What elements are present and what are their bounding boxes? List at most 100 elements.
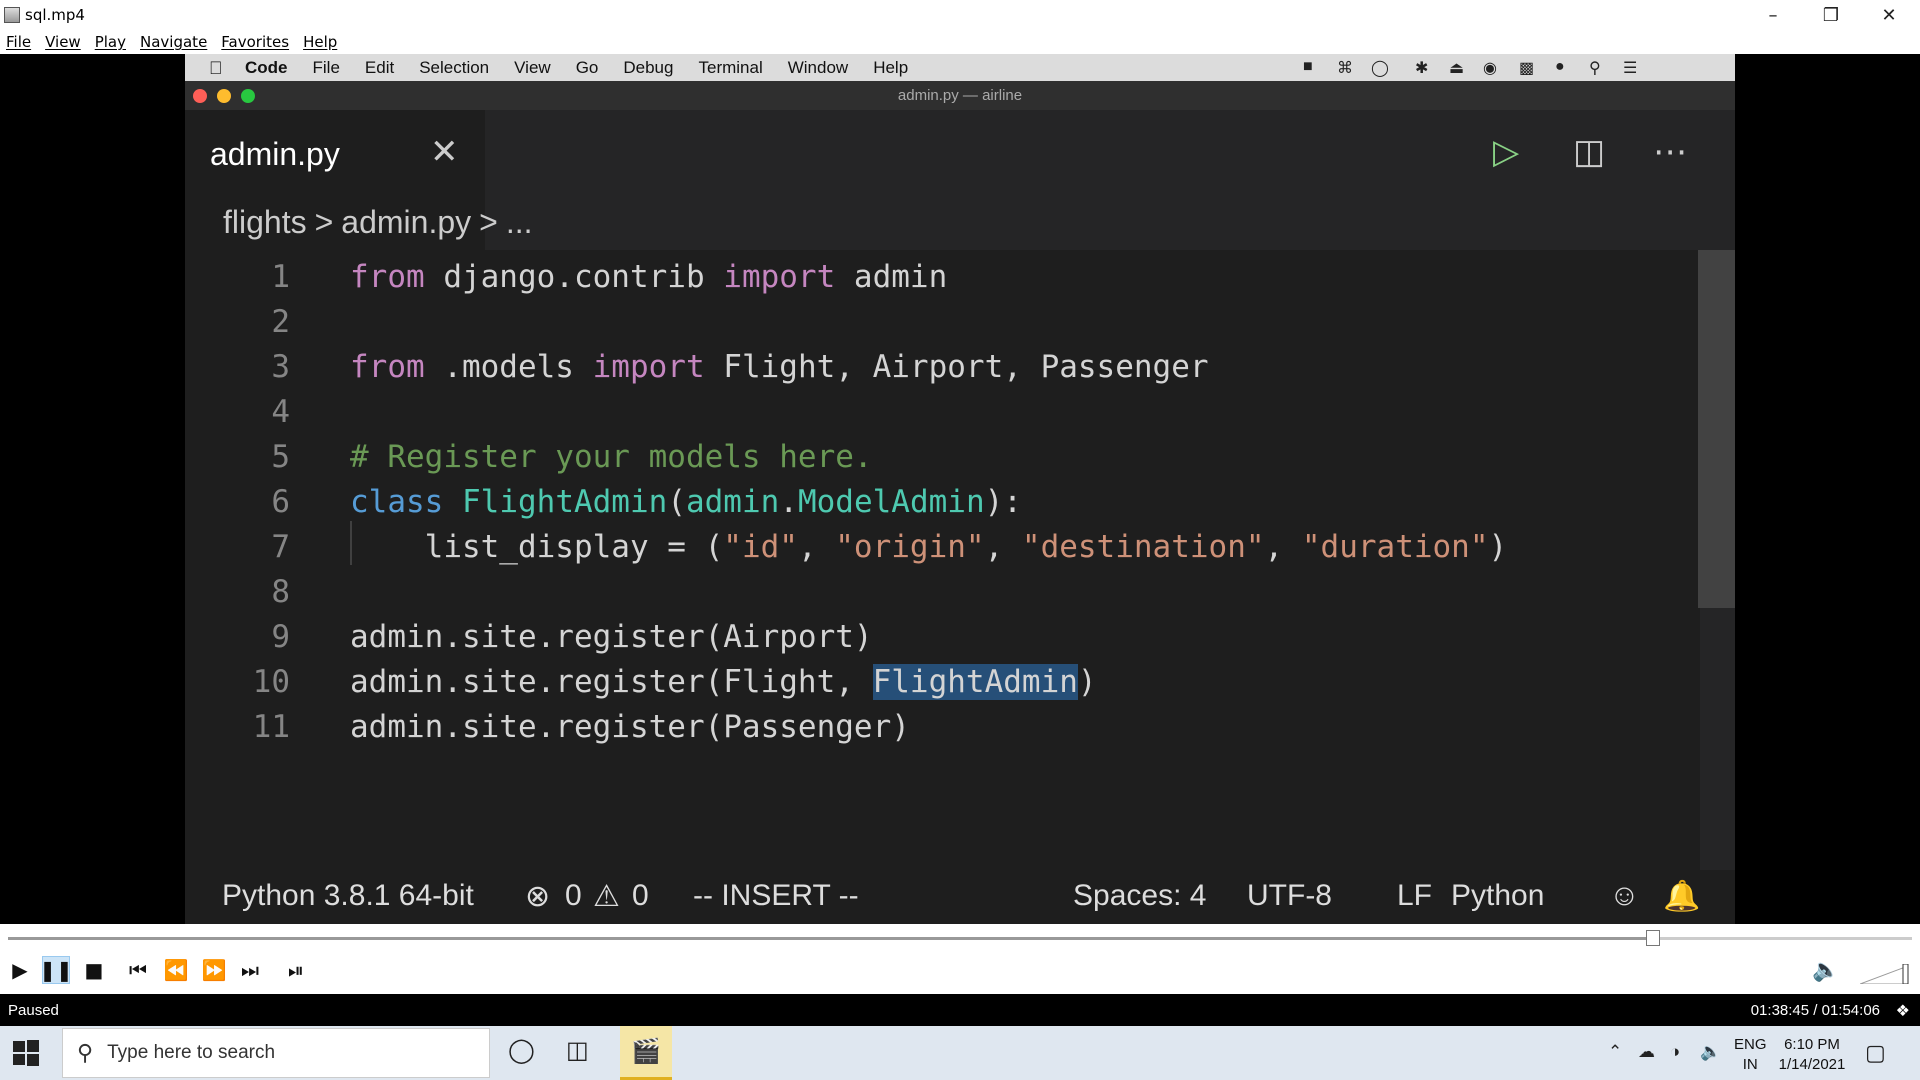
video-frame[interactable]:  Code File Edit Selection View Go Debug… xyxy=(185,54,1735,924)
line-number: 7 xyxy=(271,529,290,565)
warning-icon: ⚠ xyxy=(593,880,620,913)
editor-scrollbar-thumb xyxy=(1698,250,1735,608)
volume-knob xyxy=(1902,964,1909,984)
skip-back-icon[interactable]: ⏮ xyxy=(124,956,152,984)
code-token: import xyxy=(592,349,705,385)
mac-menu-terminal: Terminal xyxy=(698,57,763,77)
status-eol: LF xyxy=(1397,879,1433,912)
code-string: "id" xyxy=(723,529,798,565)
fast-forward-icon[interactable]: ⏩ xyxy=(200,956,228,984)
notification-icon[interactable]: ▢ xyxy=(1865,1040,1886,1066)
breadcrumb-separator: > xyxy=(314,204,334,240)
mac-menu-view: View xyxy=(514,57,551,77)
player-controls: ▶ ❚❚ ■ ⏮ ⏪ ⏩ ⏭ ⏯ 🔈 xyxy=(0,924,1920,994)
code-token: , xyxy=(984,529,1022,565)
volume-track xyxy=(1860,965,1909,984)
skip-forward-icon[interactable]: ⏭ xyxy=(236,956,264,984)
taskbar-search[interactable]: ⚲ Type here to search xyxy=(62,1028,490,1078)
code-token: , xyxy=(797,529,836,565)
minimize-button[interactable]: – xyxy=(1744,0,1802,30)
code-token: admin xyxy=(685,484,780,520)
speaker-icon[interactable]: 🔈 xyxy=(1700,1042,1721,1062)
line-number: 3 xyxy=(271,349,290,385)
status-spaces: Spaces: 4 xyxy=(1073,879,1207,912)
mac-menu-code: Code xyxy=(245,57,288,77)
cortana-icon[interactable]: ◯ xyxy=(508,1036,535,1065)
region-code: IN xyxy=(1742,1056,1758,1073)
windows-start-icon[interactable] xyxy=(12,1039,40,1067)
volume-icon[interactable]: 🔈 xyxy=(1812,958,1839,983)
line-number: 10 xyxy=(252,664,290,700)
breadcrumb: flights > admin.py > ... xyxy=(223,204,532,241)
code-token: ModelAdmin xyxy=(797,484,985,520)
wifi-icon: ◉ xyxy=(1483,60,1497,77)
frame-step-icon[interactable]: ⏯ xyxy=(282,956,310,984)
player-title-bar: sql.mp4 – ❐ ✕ xyxy=(0,0,1920,30)
mac-zoom-light xyxy=(241,89,255,103)
vscode-window-title: admin.py — airline xyxy=(185,81,1735,110)
spotlight-icon: ⚲ xyxy=(1589,60,1601,77)
network-icon[interactable]: ◑ xyxy=(1670,1042,1680,1062)
split-editor-icon: ◫ xyxy=(1573,132,1606,172)
mac-menu-selection: Selection xyxy=(419,57,490,77)
volume-slider[interactable] xyxy=(1860,964,1910,984)
clock-date: 1/14/2021 xyxy=(1778,1056,1846,1073)
menu-navigate[interactable]: Navigate xyxy=(140,33,207,51)
language-indicator[interactable]: ENG IN xyxy=(1734,1035,1767,1075)
user-icon: ● xyxy=(1555,58,1565,75)
code-token: list_display = ( xyxy=(350,529,724,565)
fullscreen-icon[interactable]: ❖ xyxy=(1896,1001,1910,1021)
menu-play[interactable]: Play xyxy=(95,33,126,51)
search-icon: ⚲ xyxy=(77,1040,94,1065)
mac-menu-help: Help xyxy=(873,57,909,77)
menu-file[interactable]: File xyxy=(6,33,31,51)
breadcrumb-folder: flights xyxy=(223,204,307,240)
mac-menu-file: File xyxy=(312,57,340,77)
stop-button[interactable]: ■ xyxy=(80,956,108,984)
mac-menu-go: Go xyxy=(575,57,599,77)
seek-knob[interactable] xyxy=(1646,930,1660,946)
line-number: 8 xyxy=(271,574,290,610)
player-menu-bar: File View Play Navigate Favorites Help xyxy=(0,30,1920,54)
code-token: ) xyxy=(1077,664,1097,700)
eject-icon: ⏏ xyxy=(1449,60,1465,77)
rewind-icon[interactable]: ⏪ xyxy=(162,956,190,984)
play-button[interactable]: ▶ xyxy=(6,956,34,984)
taskbar-clock[interactable]: 6:10 PM 1/14/2021 xyxy=(1776,1035,1848,1075)
code-token: admin.site.register(Airport) xyxy=(350,619,873,655)
apple-icon:  xyxy=(209,58,229,78)
playback-status: Paused xyxy=(8,1002,59,1019)
windows-taskbar: ⚲ Type here to search ◯ ◫ 🎬 ⌃ ☁ ◑ 🔈 ENG … xyxy=(0,1026,1920,1080)
code-line-11: admin.site.register(Passenger) xyxy=(350,709,910,745)
task-view-icon[interactable]: ◫ xyxy=(566,1036,589,1065)
glasses-icon: ◯ xyxy=(1371,60,1389,77)
run-icon: ▷ xyxy=(1493,132,1520,172)
code-line-5: # Register your models here. xyxy=(350,439,873,475)
battery-icon: ▩ xyxy=(1519,60,1535,77)
code-token: .models xyxy=(424,349,593,385)
line-number: 1 xyxy=(271,259,290,295)
list-icon: ☰ xyxy=(1623,60,1638,77)
docker-icon: ■ xyxy=(1303,58,1313,75)
media-player-taskbar-icon[interactable]: 🎬 xyxy=(620,1026,672,1080)
mac-menu-edit: Edit xyxy=(364,57,395,77)
status-mode: -- INSERT -- xyxy=(693,879,859,912)
menu-favorites[interactable]: Favorites xyxy=(221,33,289,51)
status-interpreter: Python 3.8.1 64-bit xyxy=(222,879,474,912)
tab-close-icon: ✕ xyxy=(430,132,459,172)
chevron-up-icon[interactable]: ⌃ xyxy=(1608,1042,1622,1062)
status-language: Python xyxy=(1451,879,1545,912)
code-token: ( xyxy=(667,484,686,520)
menu-view[interactable]: View xyxy=(45,33,81,51)
close-button[interactable]: ✕ xyxy=(1860,0,1918,30)
code-comment: # Register your models here. xyxy=(350,439,873,475)
restore-button[interactable]: ❐ xyxy=(1802,0,1860,30)
breadcrumb-separator: > xyxy=(479,204,498,240)
code-string: "origin" xyxy=(835,529,985,565)
code-token: admin.site.register(Flight, xyxy=(350,664,873,700)
pause-button[interactable]: ❚❚ xyxy=(39,956,73,984)
onedrive-icon[interactable]: ☁ xyxy=(1638,1042,1655,1062)
menu-help[interactable]: Help xyxy=(303,33,337,51)
status-warnings: 0 xyxy=(632,879,649,912)
